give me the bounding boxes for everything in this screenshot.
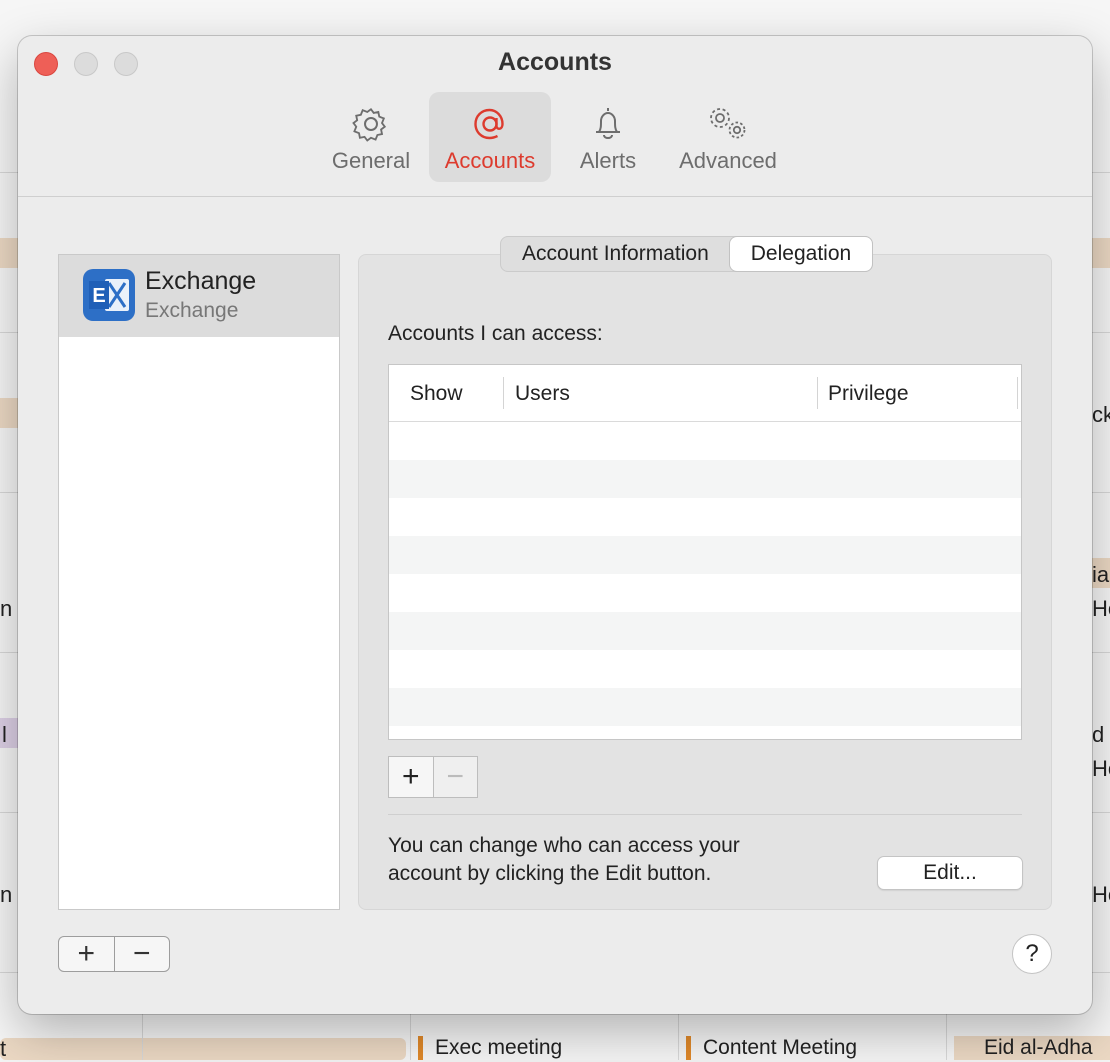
calendar-fragment: He <box>1092 882 1110 907</box>
window-title: Accounts <box>498 48 612 76</box>
calendar-fragment: n <box>0 596 13 621</box>
calendar-fragment: ia <box>1092 562 1110 587</box>
calendar-fragment: n <box>0 882 13 907</box>
table-row <box>389 574 1021 612</box>
calendar-event[interactable]: Eid al-Adha <box>954 1036 1110 1060</box>
add-account-button[interactable]: + <box>59 937 114 971</box>
calendar-event[interactable]: Content Meeting <box>686 1036 943 1060</box>
calendar-fragment: l <box>2 722 7 747</box>
table-row <box>389 536 1021 574</box>
calendar-fragment: d <box>1092 722 1105 747</box>
help-button[interactable]: ? <box>1012 934 1052 974</box>
remove-delegate-button[interactable]: − <box>432 757 477 797</box>
column-show[interactable]: Show <box>410 365 463 421</box>
table-row <box>389 460 1021 498</box>
table-row <box>389 498 1021 536</box>
gears-icon <box>710 108 746 139</box>
preferences-toolbar: General Accounts Alerts Advanced <box>18 92 1092 198</box>
toolbar-general[interactable]: General <box>326 92 416 182</box>
tab-bar: Account Information Delegation <box>500 236 874 272</box>
delegate-add-remove: + − <box>388 756 478 798</box>
info-line: account by clicking the Edit button. <box>388 862 712 885</box>
account-row[interactable]: E Exchange Exchange <box>59 255 339 337</box>
calendar-event-band <box>0 238 18 268</box>
accounts-list[interactable]: E Exchange Exchange <box>58 254 340 910</box>
column-divider <box>817 377 818 409</box>
tab-account-information[interactable]: Account Information <box>501 237 730 271</box>
accounts-window: Accounts General Accounts Alerts Advance… <box>18 36 1092 1014</box>
toolbar-label: Advanced <box>679 148 777 173</box>
tab-delegation[interactable]: Delegation <box>729 237 873 271</box>
svg-text:E: E <box>92 285 105 307</box>
toolbar-label: General <box>331 148 411 173</box>
table-row <box>389 650 1021 688</box>
calendar-fragment: t <box>0 1036 7 1061</box>
calendar-fragment: ck <box>1092 402 1110 427</box>
calendar-fragment: He <box>1092 756 1110 781</box>
table-header: Show Users Privilege <box>389 365 1021 422</box>
remove-account-button[interactable]: − <box>113 937 170 971</box>
table-row <box>389 422 1021 460</box>
calendar-column-line <box>678 1010 679 1060</box>
account-add-remove: + − <box>58 936 170 972</box>
toolbar-advanced[interactable]: Advanced <box>669 92 787 182</box>
calendar-event-band <box>0 398 18 428</box>
toolbar-label: Alerts <box>579 148 637 173</box>
account-type: Exchange <box>145 299 239 322</box>
gear-icon <box>352 107 387 142</box>
table-row <box>389 612 1021 650</box>
toolbar-alerts[interactable]: Alerts <box>563 92 653 182</box>
table-row <box>389 688 1021 726</box>
calendar-event-band <box>0 1038 406 1060</box>
at-sign-icon <box>474 108 504 140</box>
bell-icon <box>596 108 620 139</box>
add-delegate-button[interactable]: + <box>389 757 433 797</box>
exchange-logo-icon: E <box>83 269 135 321</box>
calendar-fragment: He <box>1092 596 1110 621</box>
calendar-column-line <box>410 1010 411 1060</box>
edit-button[interactable]: Edit... <box>877 856 1023 890</box>
column-users[interactable]: Users <box>515 365 570 421</box>
toolbar-label: Accounts <box>444 148 536 173</box>
calendar-event[interactable]: Exec meeting <box>418 1036 675 1060</box>
column-privilege[interactable]: Privilege <box>828 365 909 421</box>
info-text: You can change who can access your accou… <box>388 832 808 888</box>
column-divider <box>503 377 504 409</box>
info-line: You can change who can access your <box>388 834 740 857</box>
toolbar-divider <box>18 196 1092 197</box>
section-divider <box>388 814 1022 815</box>
delegates-table[interactable]: Show Users Privilege <box>388 364 1022 740</box>
toolbar-accounts[interactable]: Accounts <box>429 92 551 182</box>
section-label: Accounts I can access: <box>388 322 603 345</box>
account-name: Exchange <box>145 267 257 295</box>
calendar-column-line <box>142 1010 143 1060</box>
column-divider <box>1017 377 1018 409</box>
calendar-event-band <box>1092 238 1110 268</box>
calendar-column-line <box>946 1010 947 1060</box>
